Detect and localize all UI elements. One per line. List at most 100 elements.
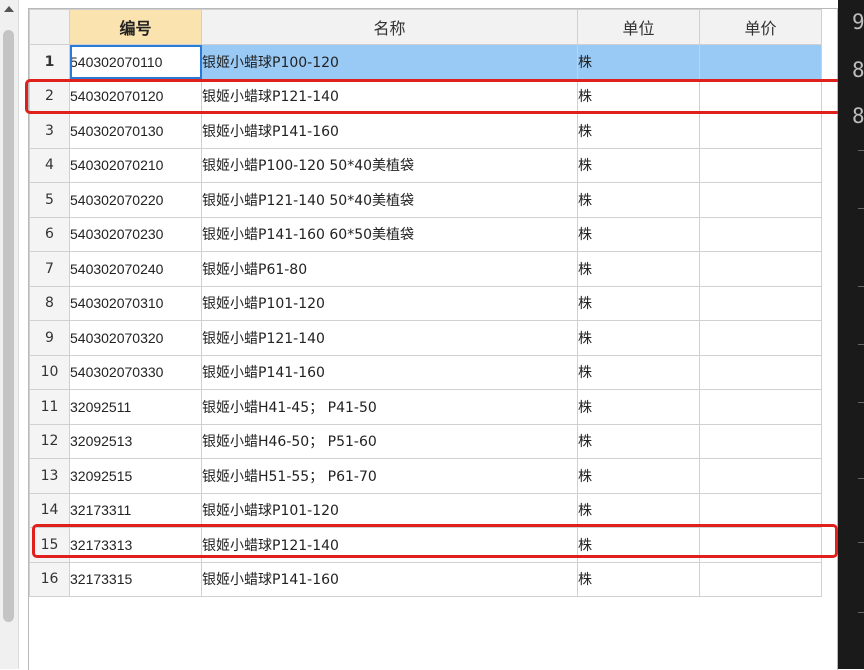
row-number[interactable]: 4 bbox=[29, 147, 70, 183]
cell-name[interactable]: 银姬小蜡P100-120 50*40美植袋 bbox=[201, 147, 578, 183]
cell-price[interactable] bbox=[699, 527, 822, 563]
cell-code[interactable]: 540302070230 bbox=[69, 216, 202, 252]
cell-name[interactable]: 银姬小蜡球P141-160 bbox=[201, 561, 578, 597]
table-row[interactable]: 13 32092515 银姬小蜡H51-55； P61-70 株 bbox=[29, 458, 822, 494]
cell-code[interactable]: 32173313 bbox=[69, 527, 202, 563]
table-row[interactable]: 1 540302070110 银姬小蜡球P100-120 株 bbox=[29, 44, 822, 80]
cell-price[interactable] bbox=[699, 78, 822, 114]
cell-price[interactable] bbox=[699, 182, 822, 218]
cell-unit[interactable]: 株 bbox=[577, 78, 700, 114]
table-row[interactable]: 4 540302070210 银姬小蜡P100-120 50*40美植袋 株 bbox=[29, 147, 822, 183]
table-row[interactable]: 12 32092513 银姬小蜡H46-50； P51-60 株 bbox=[29, 423, 822, 459]
table-row[interactable]: 10 540302070330 银姬小蜡P141-160 株 bbox=[29, 354, 822, 390]
cell-price[interactable] bbox=[699, 389, 822, 425]
table-row[interactable]: 11 32092511 银姬小蜡H41-45； P41-50 株 bbox=[29, 389, 822, 425]
row-number[interactable]: 10 bbox=[29, 354, 70, 390]
row-number[interactable]: 11 bbox=[29, 389, 70, 425]
row-number[interactable]: 12 bbox=[29, 423, 70, 459]
cell-name[interactable]: 银姬小蜡球P141-160 bbox=[201, 113, 578, 149]
column-header-unit[interactable]: 单位 bbox=[577, 9, 700, 45]
cell-unit[interactable]: 株 bbox=[577, 458, 700, 494]
table-row[interactable]: 2 540302070120 银姬小蜡球P121-140 株 bbox=[29, 78, 822, 114]
row-number[interactable]: 14 bbox=[29, 492, 70, 528]
row-number[interactable]: 9 bbox=[29, 320, 70, 356]
cell-name[interactable]: 银姬小蜡球P101-120 bbox=[201, 492, 578, 528]
cell-name[interactable]: 银姬小蜡球P100-120 bbox=[201, 44, 578, 80]
cell-code[interactable]: 540302070330 bbox=[69, 354, 202, 390]
cell-price[interactable] bbox=[699, 458, 822, 494]
cell-code[interactable]: 32092511 bbox=[69, 389, 202, 425]
cell-unit[interactable]: 株 bbox=[577, 147, 700, 183]
cell-name[interactable]: 银姬小蜡P101-120 bbox=[201, 285, 578, 321]
cell-name[interactable]: 银姬小蜡H51-55； P61-70 bbox=[201, 458, 578, 494]
cell-unit[interactable]: 株 bbox=[577, 527, 700, 563]
scroll-up-arrow-icon[interactable] bbox=[4, 6, 14, 12]
cell-price[interactable] bbox=[699, 216, 822, 252]
cell-price[interactable] bbox=[699, 320, 822, 356]
cell-unit[interactable]: 株 bbox=[577, 389, 700, 425]
cell-unit[interactable]: 株 bbox=[577, 423, 700, 459]
table-row[interactable]: 16 32173315 银姬小蜡球P141-160 株 bbox=[29, 561, 822, 597]
table-row[interactable]: 7 540302070240 银姬小蜡P61-80 株 bbox=[29, 251, 822, 287]
cell-unit[interactable]: 株 bbox=[577, 251, 700, 287]
table-row[interactable]: 6 540302070230 银姬小蜡P141-160 60*50美植袋 株 bbox=[29, 216, 822, 252]
cell-price[interactable] bbox=[699, 354, 822, 390]
cell-unit[interactable]: 株 bbox=[577, 285, 700, 321]
scrollbar-thumb[interactable] bbox=[3, 30, 14, 622]
cell-price[interactable] bbox=[699, 44, 822, 80]
table-row[interactable]: 9 540302070320 银姬小蜡P121-140 株 bbox=[29, 320, 822, 356]
cell-unit[interactable]: 株 bbox=[577, 492, 700, 528]
cell-name[interactable]: 银姬小蜡P61-80 bbox=[201, 251, 578, 287]
row-number[interactable]: 13 bbox=[29, 458, 70, 494]
column-header-name[interactable]: 名称 bbox=[201, 9, 578, 45]
vertical-scrollbar[interactable] bbox=[0, 0, 19, 669]
cell-unit[interactable]: 株 bbox=[577, 561, 700, 597]
column-header-price[interactable]: 单价 bbox=[699, 9, 822, 45]
cell-unit[interactable]: 株 bbox=[577, 216, 700, 252]
cell-code[interactable]: 32173311 bbox=[69, 492, 202, 528]
cell-unit[interactable]: 株 bbox=[577, 44, 700, 80]
table-row[interactable]: 14 32173311 银姬小蜡球P101-120 株 bbox=[29, 492, 822, 528]
cell-price[interactable] bbox=[699, 561, 822, 597]
cell-code[interactable]: 540302070310 bbox=[69, 285, 202, 321]
cell-code[interactable]: 540302070240 bbox=[69, 251, 202, 287]
row-number[interactable]: 7 bbox=[29, 251, 70, 287]
cell-code[interactable]: 540302070120 bbox=[69, 78, 202, 114]
table-row[interactable]: 8 540302070310 银姬小蜡P101-120 株 bbox=[29, 285, 822, 321]
cell-price[interactable] bbox=[699, 285, 822, 321]
cell-name[interactable]: 银姬小蜡P121-140 bbox=[201, 320, 578, 356]
row-number[interactable]: 5 bbox=[29, 182, 70, 218]
cell-price[interactable] bbox=[699, 251, 822, 287]
cell-name[interactable]: 银姬小蜡球P121-140 bbox=[201, 527, 578, 563]
cell-name[interactable]: 银姬小蜡P141-160 bbox=[201, 354, 578, 390]
cell-unit[interactable]: 株 bbox=[577, 320, 700, 356]
row-number[interactable]: 15 bbox=[29, 527, 70, 563]
cell-name[interactable]: 银姬小蜡P121-140 50*40美植袋 bbox=[201, 182, 578, 218]
row-number[interactable]: 16 bbox=[29, 561, 70, 597]
row-number[interactable]: 2 bbox=[29, 78, 70, 114]
column-header-code[interactable]: 编号 bbox=[69, 9, 202, 45]
cell-name[interactable]: 银姬小蜡H41-45； P41-50 bbox=[201, 389, 578, 425]
cell-code[interactable]: 540302070320 bbox=[69, 320, 202, 356]
table-row[interactable]: 5 540302070220 银姬小蜡P121-140 50*40美植袋 株 bbox=[29, 182, 822, 218]
row-number-header[interactable] bbox=[29, 9, 70, 45]
cell-price[interactable] bbox=[699, 423, 822, 459]
row-number[interactable]: 6 bbox=[29, 216, 70, 252]
cell-unit[interactable]: 株 bbox=[577, 182, 700, 218]
cell-unit[interactable]: 株 bbox=[577, 354, 700, 390]
cell-unit[interactable]: 株 bbox=[577, 113, 700, 149]
cell-name[interactable]: 银姬小蜡球P121-140 bbox=[201, 78, 578, 114]
table-row[interactable]: 3 540302070130 银姬小蜡球P141-160 株 bbox=[29, 113, 822, 149]
cell-code[interactable]: 540302070220 bbox=[69, 182, 202, 218]
cell-price[interactable] bbox=[699, 113, 822, 149]
cell-code[interactable]: 32092513 bbox=[69, 423, 202, 459]
row-number[interactable]: 3 bbox=[29, 113, 70, 149]
cell-price[interactable] bbox=[699, 147, 822, 183]
cell-name[interactable]: 银姬小蜡H46-50； P51-60 bbox=[201, 423, 578, 459]
table-row[interactable]: 15 32173313 银姬小蜡球P121-140 株 bbox=[29, 527, 822, 563]
cell-code[interactable]: 540302070130 bbox=[69, 113, 202, 149]
cell-name[interactable]: 银姬小蜡P141-160 60*50美植袋 bbox=[201, 216, 578, 252]
row-number[interactable]: 8 bbox=[29, 285, 70, 321]
row-number[interactable]: 1 bbox=[29, 44, 70, 80]
cell-code[interactable]: 32092515 bbox=[69, 458, 202, 494]
